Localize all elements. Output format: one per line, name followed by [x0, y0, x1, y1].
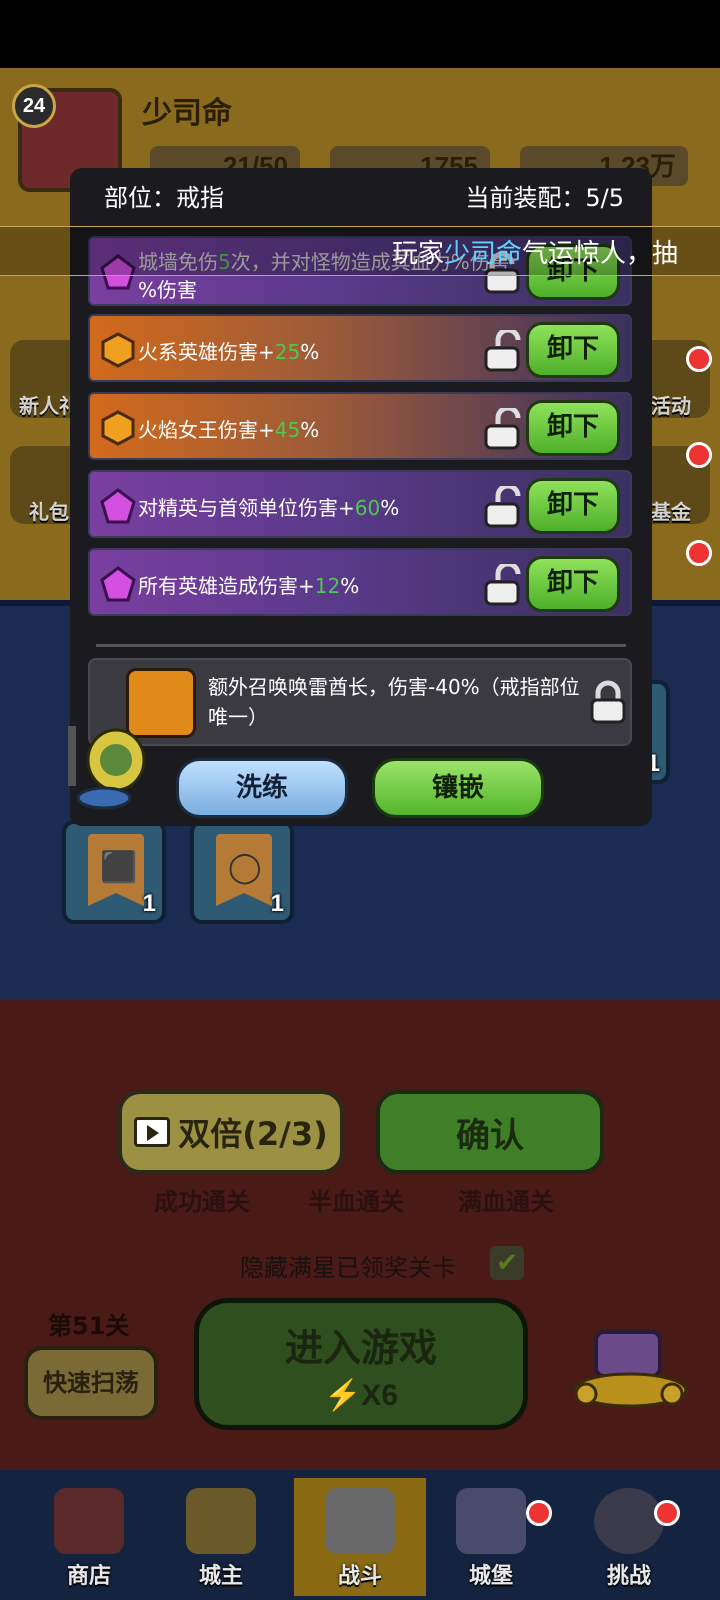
orange-gem-icon: [101, 410, 135, 446]
announcement-ticker: 玩家少司命气运惊人，抽: [0, 226, 720, 276]
misc-notification-dot: [686, 540, 712, 566]
nav-label: 商店: [66, 1564, 111, 1589]
crown-icon: [186, 1488, 256, 1554]
challenge-notification-dot: [654, 1500, 680, 1526]
hide-completed-checkbox[interactable]: ✔: [490, 1246, 524, 1280]
quick-sweep-button[interactable]: 快速扫荡: [24, 1346, 158, 1420]
unload-button[interactable]: 卸下: [526, 556, 620, 612]
unload-button[interactable]: 卸下: [526, 322, 620, 378]
tv-icon: [134, 1117, 171, 1147]
hide-completed-label: 隐藏满星已领奖关卡: [240, 1254, 456, 1282]
confirm-button[interactable]: 确认: [376, 1090, 604, 1174]
orange-gem-icon: [101, 332, 135, 368]
lock-icon: [590, 680, 626, 724]
fund-notification-dot: [686, 442, 712, 468]
lightning-icon: ⚡: [323, 1379, 362, 1412]
enter-game-button[interactable]: 进入游戏 ⚡X6: [194, 1298, 528, 1430]
castle-icon: [456, 1488, 526, 1554]
attribute-row: 火焰女王伤害+45% 卸下: [88, 392, 632, 460]
hero-character: [64, 716, 160, 812]
unlock-icon[interactable]: [482, 408, 522, 450]
unlock-icon[interactable]: [482, 330, 522, 372]
nav-battle[interactable]: 战斗: [294, 1478, 426, 1596]
energy-cost-value: X6: [361, 1379, 399, 1412]
slot-label: 部位：戒指: [104, 184, 224, 212]
nav-label: 战斗: [337, 1564, 382, 1589]
star-label-full: 满血通关: [458, 1188, 554, 1216]
attribute-text-line2: %伤害: [138, 278, 198, 302]
unlock-icon[interactable]: [482, 486, 522, 528]
ticker-player-name: 少司命: [444, 239, 523, 269]
bomb-icon: [594, 1488, 664, 1554]
stage-label: 第51关: [48, 1312, 130, 1340]
status-bar: [0, 0, 720, 68]
star-label-half: 半血通关: [308, 1188, 404, 1216]
reward-count: 1: [142, 890, 156, 917]
purple-gem-icon: [100, 488, 136, 524]
dialog-header: 部位：戒指 当前装配：5/5: [104, 178, 624, 218]
nav-label: 城主: [198, 1564, 243, 1589]
player-name: 少司命: [142, 96, 232, 131]
nav-label: 挑战: [606, 1564, 651, 1589]
level-badge: 24: [12, 84, 56, 128]
unlock-icon[interactable]: [482, 564, 522, 606]
event-notification-dot: [686, 346, 712, 372]
reward-slot-ring[interactable]: ◯ 1: [190, 820, 294, 924]
reward-count: 1: [270, 890, 284, 917]
energy-cost: ⚡X6: [199, 1378, 523, 1413]
nav-label: 城堡: [468, 1564, 513, 1589]
reward-slot-boots[interactable]: ⬛ 1: [62, 820, 166, 924]
nav-shop[interactable]: 商店: [34, 1478, 144, 1596]
swords-icon: [325, 1488, 395, 1554]
treasure-chest-icon[interactable]: [566, 1312, 694, 1412]
castle-notification-dot: [526, 1500, 552, 1526]
attribute-row: 对精英与首领单位伤害+60% 卸下: [88, 470, 632, 538]
shop-icon: [54, 1488, 124, 1554]
special-attribute: 额外召唤唤雷酋长，伤害-40%（戒指部位唯一）: [88, 658, 632, 746]
nav-challenge[interactable]: 挑战: [574, 1478, 684, 1596]
divider: [96, 644, 626, 647]
double-reward-button[interactable]: 双倍(2/3): [118, 1090, 344, 1174]
boots-icon: ⬛: [100, 850, 138, 885]
equip-count: 当前装配：5/5: [465, 184, 624, 212]
ring-icon: ◯: [228, 850, 262, 885]
special-attribute-text: 额外召唤唤雷酋长，伤害-40%（戒指部位唯一）: [208, 675, 580, 729]
attribute-row: 所有英雄造成伤害+12% 卸下: [88, 548, 632, 616]
inlay-button[interactable]: 镶嵌: [372, 758, 544, 818]
attribute-text: 火焰女王伤害+45%: [138, 418, 320, 442]
nav-lord[interactable]: 城主: [166, 1478, 276, 1596]
purple-gem-icon: [100, 566, 136, 602]
unload-button[interactable]: 卸下: [526, 400, 620, 456]
star-label-success: 成功通关: [154, 1188, 250, 1216]
nav-castle[interactable]: 城堡: [436, 1478, 546, 1596]
refine-button[interactable]: 洗练: [176, 758, 348, 818]
attribute-text: 所有英雄造成伤害+12%: [138, 574, 360, 598]
enter-game-label: 进入游戏: [284, 1326, 437, 1370]
ticker-text: 玩家少司命气运惊人，抽: [392, 239, 679, 269]
attribute-text: 对精英与首领单位伤害+60%: [138, 496, 400, 520]
attribute-text: 火系英雄伤害+25%: [138, 340, 320, 364]
double-label: 双倍(2/3): [178, 1115, 328, 1153]
attribute-row: 火系英雄伤害+25% 卸下: [88, 314, 632, 382]
unload-button[interactable]: 卸下: [526, 478, 620, 534]
